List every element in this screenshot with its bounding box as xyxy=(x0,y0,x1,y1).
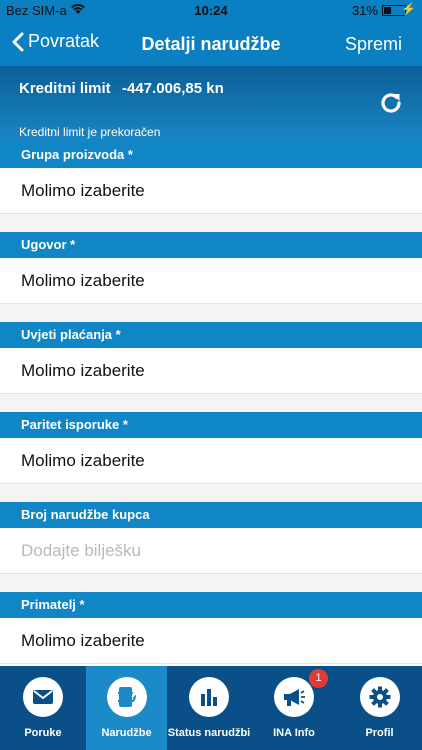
recipient-select[interactable]: Molimo izaberite xyxy=(0,618,422,664)
section-divider xyxy=(0,484,422,502)
tab-label: Narudžbe xyxy=(101,727,152,739)
credit-limit-value: -447.006,85 kn xyxy=(122,80,224,97)
tab-narudzbe[interactable]: Narudžbe xyxy=(86,666,167,750)
megaphone-icon xyxy=(274,677,314,717)
charging-icon: ⚡ xyxy=(401,2,416,16)
tab-bar: Poruke Narudžbe Status narudžbi 1 INA In… xyxy=(0,666,422,750)
tab-profil[interactable]: Profil xyxy=(337,666,422,750)
tab-ina-info[interactable]: 1 INA Info xyxy=(251,666,337,750)
contract-select[interactable]: Molimo izaberite xyxy=(0,258,422,304)
customer-order-number-input[interactable]: Dodajte bilješku xyxy=(0,528,422,574)
section-divider xyxy=(0,304,422,322)
payment-terms-select[interactable]: Molimo izaberite xyxy=(0,348,422,394)
section-divider xyxy=(0,394,422,412)
tab-label: Profil xyxy=(365,727,394,739)
product-group-header: Grupa proizvoda * xyxy=(0,142,422,168)
tab-label: Status narudžbi xyxy=(167,727,251,739)
status-bar: Bez SIM-a 10:24 31% ⚡ xyxy=(0,0,422,22)
tab-status-narudzbi[interactable]: Status narudžbi xyxy=(167,666,251,750)
battery-percent: 31% xyxy=(351,3,378,18)
fuel-barrel-icon xyxy=(106,677,147,717)
navigation-bar: Povratak Detalji narudžbe Spremi xyxy=(0,22,422,66)
credit-limit-label: Kreditni limit xyxy=(19,80,111,97)
notification-badge: 1 xyxy=(309,669,328,688)
credit-limit-banner: Kreditni limit -447.006,85 kn Kreditni l… xyxy=(0,66,422,142)
bar-chart-icon xyxy=(189,677,229,717)
customer-order-number-header: Broj narudžbe kupca xyxy=(0,502,422,528)
envelope-icon xyxy=(23,677,63,717)
contract-header: Ugovor * xyxy=(0,232,422,258)
tab-label: INA Info xyxy=(273,727,315,739)
payment-terms-header: Uvjeti plaćanja * xyxy=(0,322,422,348)
product-group-select[interactable]: Molimo izaberite xyxy=(0,168,422,214)
tab-poruke[interactable]: Poruke xyxy=(0,666,86,750)
refresh-icon[interactable] xyxy=(378,90,404,116)
recipient-header: Primatelj * xyxy=(0,592,422,618)
credit-limit-warning: Kreditni limit je prekoračen xyxy=(19,125,161,139)
section-divider xyxy=(0,214,422,232)
save-button[interactable]: Spremi xyxy=(345,34,402,55)
delivery-parity-header: Paritet isporuke * xyxy=(0,412,422,438)
tab-label: Poruke xyxy=(24,727,62,739)
delivery-parity-select[interactable]: Molimo izaberite xyxy=(0,438,422,484)
section-divider xyxy=(0,574,422,592)
gear-icon xyxy=(359,677,400,717)
